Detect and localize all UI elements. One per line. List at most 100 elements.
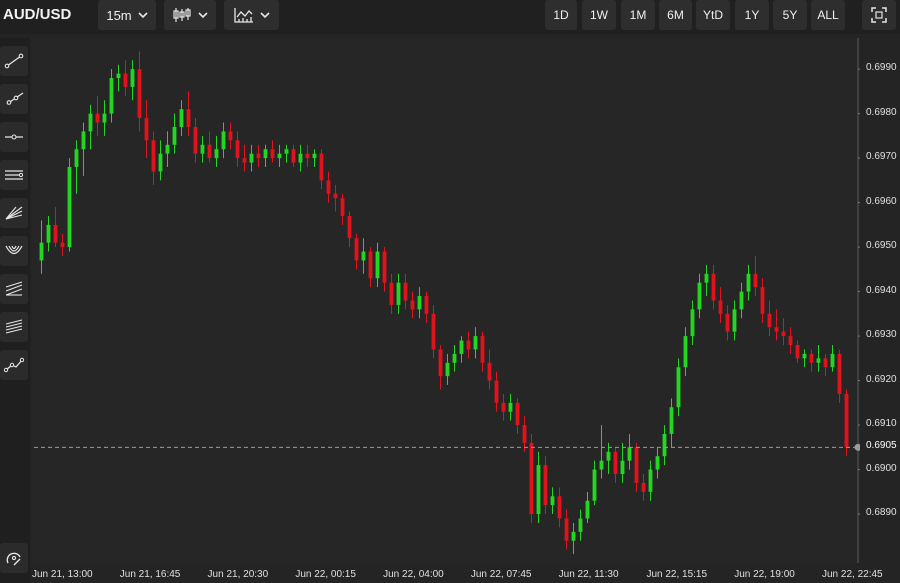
candle-body [781, 331, 786, 337]
interval-label: 15m [106, 7, 132, 23]
candle-body [81, 131, 86, 150]
range-5y-button[interactable]: 5Y [773, 0, 807, 30]
candle-body [613, 451, 618, 475]
candle-body [767, 313, 772, 328]
x-tick-label: Jun 22, 07:45 [470, 569, 532, 580]
candle-body [410, 300, 415, 310]
fullscreen-button[interactable] [862, 0, 896, 30]
range-ytd-button[interactable]: YtD [696, 0, 730, 30]
candle-body [116, 73, 121, 79]
candle-body [39, 242, 44, 261]
candle-body [424, 296, 429, 314]
interval-selector[interactable]: 15m [98, 0, 156, 30]
pitchfork-tool[interactable] [0, 274, 28, 304]
magnet-icon [6, 552, 21, 566]
range-1w-button[interactable]: 1W [582, 0, 616, 30]
parallel-channel-icon [5, 170, 24, 180]
fullscreen-icon [871, 7, 887, 23]
candle-body [375, 251, 380, 279]
y-tick-label: 0.6970 [866, 151, 897, 163]
range-1y-button[interactable]: 1Y [735, 0, 769, 30]
candle-body [123, 73, 128, 87]
candle-body [207, 144, 212, 159]
candle-body [165, 144, 170, 154]
horizontal-line-tool[interactable] [0, 122, 28, 152]
candle-body [480, 336, 485, 363]
y-tick-label: 0.6910 [866, 418, 897, 430]
candle-body [368, 251, 373, 279]
x-tick-label: Jun 22, 22:45 [822, 569, 883, 580]
candle-body [529, 442, 534, 515]
candle-body [67, 167, 72, 248]
chart-area[interactable]: 0.6890 0.6900 0.6910 0.6920 0.6930 0.6940 0.69… [32, 38, 897, 580]
x-tick-label: Jun 22, 15:15 [646, 569, 708, 580]
candle-body [774, 327, 779, 332]
trendline-tool[interactable] [0, 46, 28, 76]
candle-body [354, 238, 359, 261]
candle-body [235, 140, 240, 159]
gann-tool[interactable] [0, 312, 28, 342]
candle-body [739, 291, 744, 310]
candle-body [543, 465, 548, 506]
chevron-down-icon [138, 12, 148, 19]
candle-body [284, 149, 289, 154]
candle-body [760, 287, 765, 314]
candle-body [263, 149, 268, 159]
candle-body [641, 482, 646, 492]
candle-body [319, 153, 324, 181]
candle-body [95, 113, 100, 123]
candle-body [60, 242, 65, 248]
x-tick-label: Jun 21, 13:00 [32, 569, 93, 580]
candle-body [179, 109, 184, 127]
candle-body [599, 460, 604, 470]
candle-body [620, 460, 625, 475]
candle-body [277, 153, 282, 159]
candle-body [837, 353, 842, 394]
candle-body [515, 402, 520, 426]
candle-body [46, 224, 51, 243]
y-tick-label: 0.6990 [866, 62, 897, 74]
candle-body [144, 118, 149, 141]
candle-body [494, 380, 499, 403]
ray-icon [6, 92, 24, 105]
parallel-channel-tool[interactable] [0, 160, 28, 190]
candle-body [249, 153, 254, 163]
ray-tool[interactable] [0, 84, 28, 114]
candlestick-icon [173, 8, 191, 22]
candle-body [746, 273, 751, 292]
candle-body [151, 140, 156, 172]
candle-body [697, 282, 702, 310]
candle-body [802, 353, 807, 359]
candle-body [389, 282, 394, 305]
range-6m-button[interactable]: 6M [659, 0, 692, 30]
candle-body [333, 193, 338, 199]
candle-body [487, 362, 492, 381]
magnet-tool[interactable] [0, 543, 28, 573]
candle-body [291, 149, 296, 163]
candle-body [102, 113, 107, 123]
candle-body [662, 433, 667, 457]
range-all-button[interactable]: ALL [811, 0, 845, 30]
range-1m-button[interactable]: 1M [621, 0, 655, 30]
candle-body [508, 402, 513, 412]
fan-tool[interactable] [0, 198, 28, 228]
candle-body [312, 153, 317, 159]
candle-body [326, 180, 331, 194]
y-tick-label: 0.6930 [866, 329, 897, 341]
range-1d-button[interactable]: 1D [545, 0, 577, 30]
candle-body [256, 153, 261, 159]
arc-tool[interactable] [0, 236, 28, 266]
candle-body [711, 273, 716, 301]
candle-body [361, 251, 366, 261]
path-icon [4, 357, 24, 373]
path-tool[interactable] [0, 350, 28, 380]
chart-type-selector[interactable] [164, 0, 216, 30]
indicators-icon [233, 8, 253, 23]
indicators-selector[interactable] [224, 0, 279, 30]
candlestick-chart[interactable] [32, 38, 860, 583]
drawing-toolbar [0, 38, 30, 583]
candle-body [438, 349, 443, 377]
candle-body [214, 149, 219, 159]
candle-body [522, 425, 527, 443]
candle-body [816, 358, 821, 363]
